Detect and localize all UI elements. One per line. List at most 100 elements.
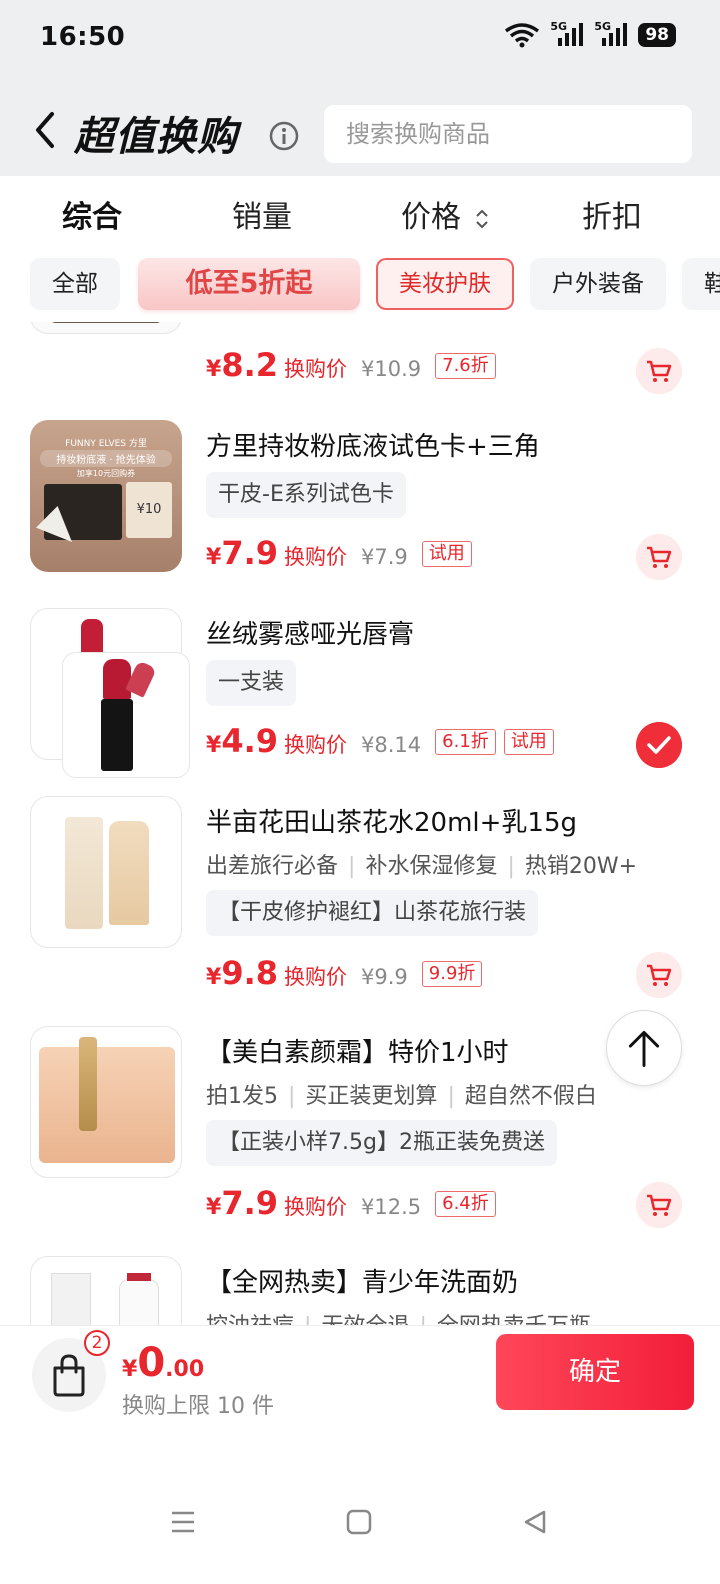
discount-badge: 6.4折 [435,1191,496,1217]
product-features: 拍1发5 | 买正装更划算 | 超自然不假白 [206,1084,597,1109]
chip-all[interactable]: 全部 [30,258,120,310]
chip-beauty[interactable]: 美妆护肤 [376,258,514,310]
product-image [30,1256,182,1325]
tab-price-label: 价格 [401,200,461,235]
thumb-price-text: ¥10 [136,502,162,517]
product-image [30,1026,182,1178]
price-row: ¥ 7.9 换购价 ¥12.5 6.4折 [206,1184,496,1224]
product-name: 方里持妆粉底液试色卡+三角 [206,432,540,462]
header: 超值换购 搜索换购商品 [0,80,720,176]
original-price: ¥12.5 [361,1195,422,1219]
signal-icon: 5G [594,20,628,48]
total-currency: ¥ [122,1357,138,1382]
trial-badge: 试用 [421,541,472,567]
thumb-slogan-text: 持妆粉底液 · 抢先体验 [40,450,172,467]
price-label: 换购价 [284,733,347,757]
original-price: ¥8.14 [361,733,422,757]
price-currency: ¥ [206,965,222,990]
discount-badge: 9.9折 [421,961,483,987]
product-tag: 一支装 [206,660,297,706]
product-features: 出差旅行必备 | 补水保湿修复 | 热销20W+ [206,854,638,879]
cart-add-icon[interactable] [636,1182,682,1228]
product-image [30,796,182,948]
tab-discount[interactable]: 折扣 [582,192,642,236]
battery-icon: 98 [638,23,676,47]
checkmark-icon[interactable] [636,722,682,768]
cart-add-icon[interactable] [636,348,682,394]
price-label: 换购价 [284,545,347,569]
list-item[interactable]: 【全网热卖】青少年洗面奶 控油祛痘|无效全退|全网热卖千万瓶 [0,1256,720,1325]
price-row: ¥ 4.9 换购价 ¥8.14 6.1折 试用 [206,722,554,762]
cart-add-icon[interactable] [636,534,682,580]
checkout-bar: 2 ¥0.00 换购上限 10 件 确定 [0,1325,720,1435]
signal-icon: 5G [550,20,584,48]
feature-text: 超自然不假白 [464,1084,597,1109]
tab-comprehensive[interactable]: 综合 [62,192,122,236]
product-image: FUNNY ELVES 方里 持妆粉底液 · 抢先体验 加享10元回购券 ¥10 [30,420,182,572]
sort-tabs: 综合 销量 价格 折扣 [0,176,720,244]
price-currency: ¥ [206,545,222,570]
price-row: ¥ 9.8 换购价 ¥9.9 9.9折 [206,954,483,994]
original-price: ¥9.9 [361,965,408,989]
status-icons: 5G 5G 98 [504,20,676,48]
home-icon[interactable] [346,1509,372,1535]
back-to-top-icon[interactable] [606,1010,682,1086]
filter-chips: 全部 低至5折起 美妆护肤 户外装备 鞋 [0,252,720,322]
limit-text: 换购上限 10 件 [122,1394,274,1419]
price-label: 换购价 [284,965,347,989]
menu-icon[interactable] [170,1509,196,1535]
product-name: 丝绒雾感哑光唇膏 [206,620,415,650]
sort-arrows-icon [475,209,488,228]
product-name: 【全网热卖】青少年洗面奶 [206,1268,519,1298]
total-int: 0 [137,1340,166,1386]
price-value: 4.9 [221,722,278,760]
price-value: 7.9 [221,1184,278,1222]
price-value: 9.8 [221,954,278,992]
info-icon[interactable] [268,120,300,152]
thumb-brand-text: FUNNY ELVES 方里 [65,439,147,449]
trial-badge: 试用 [503,729,554,755]
feature-text: 全网热卖千万瓶 [437,1314,591,1325]
list-item[interactable]: FUNNY ELVES 方里 持妆粉底液 · 抢先体验 加享10元回购券 ¥10… [0,420,720,608]
price-value: 7.9 [221,534,278,572]
chip-outdoor[interactable]: 户外装备 [530,258,666,310]
wifi-icon [505,23,540,48]
feature-text: 控油祛痘 [206,1314,294,1325]
tab-sales[interactable]: 销量 [232,192,292,236]
product-features: 控油祛痘|无效全退|全网热卖千万瓶 [206,1308,591,1325]
feature-text: 补水保湿修复 [365,854,498,879]
list-item[interactable]: 半亩花田山茶花水20ml+乳15g 出差旅行必备 | 补水保湿修复 | 热销20W+ 【… [0,796,720,1026]
page-title: 超值换购 [74,114,238,160]
status-bar: 16:50 5G 5G 98 [0,0,720,80]
product-image-overlay [62,652,190,778]
price-label: 换购价 [284,357,347,381]
cart-add-icon[interactable] [636,952,682,998]
tab-price[interactable]: 价格 [401,192,489,236]
product-list: ¥ 8.2 换购价 ¥10.9 7.6折 FUNNY ELVES 方里 持妆粉底… [0,322,720,1325]
feature-text: 拍1发5 [206,1084,278,1109]
price-currency: ¥ [206,1195,222,1220]
product-tag: 干皮-E系列试色卡 [206,472,406,518]
chip-shoes[interactable]: 鞋 [682,258,720,310]
back-icon[interactable] [522,1509,548,1535]
chip-promo[interactable]: 低至5折起 [138,258,360,310]
feature-text: 出差旅行必备 [206,854,339,879]
original-price: ¥7.9 [361,545,408,569]
discount-badge: 7.6折 [435,353,496,379]
system-nav-bar [0,1435,720,1584]
product-tag: 【正装小样7.5g】2瓶正装免费送 [206,1120,557,1166]
list-item[interactable]: ¥ 8.2 换购价 ¥10.9 7.6折 [0,322,720,394]
price-currency: ¥ [206,733,222,758]
original-price: ¥10.9 [361,357,422,381]
product-image [30,322,182,334]
search-input[interactable]: 搜索换购商品 [324,105,692,163]
list-item[interactable]: 丝绒雾感哑光唇膏 一支装 ¥ 4.9 换购价 ¥8.14 6.1折 试用 [0,608,720,796]
thumb-coupon-text: 加享10元回购券 [76,469,136,478]
product-name: 半亩花田山茶花水20ml+乳15g [206,808,578,838]
total-decimal: .00 [165,1357,205,1382]
price-row: ¥ 8.2 换购价 ¥10.9 7.6折 [206,346,496,386]
back-arrow-icon[interactable] [28,108,64,152]
price-label: 换购价 [284,1195,347,1219]
confirm-button[interactable]: 确定 [496,1334,694,1410]
price-value: 8.2 [221,346,278,384]
